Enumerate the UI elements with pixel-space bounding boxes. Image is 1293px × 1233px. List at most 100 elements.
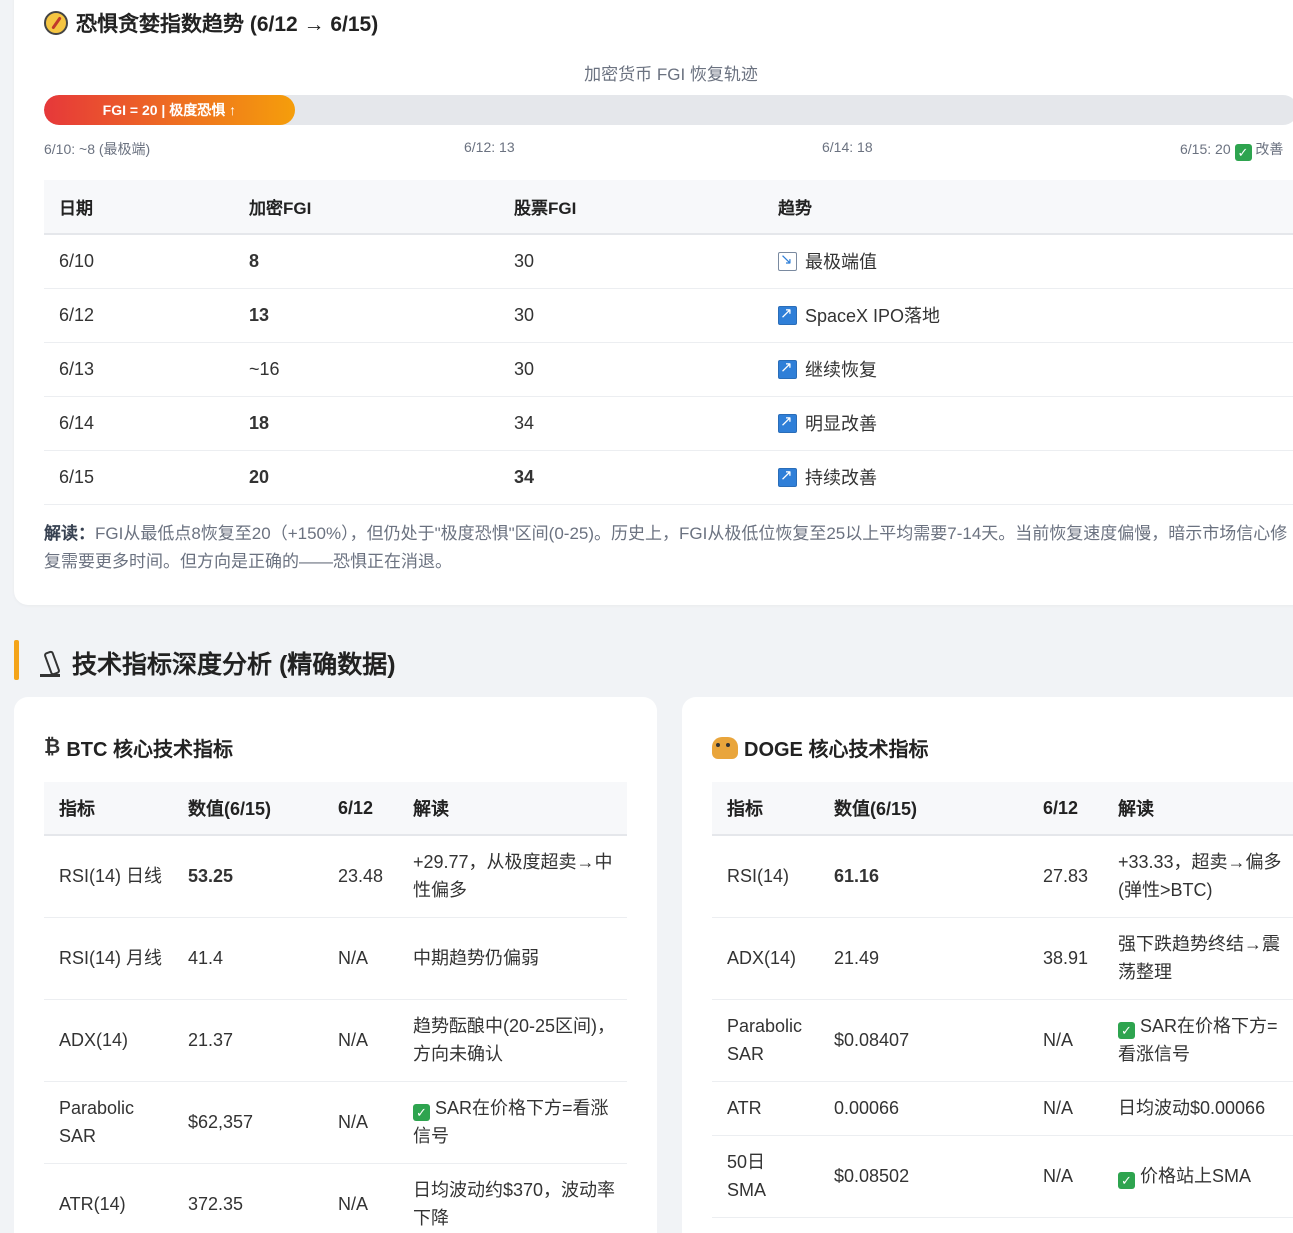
milestone-6-15-text: 6/15: 20 <box>1180 141 1231 157</box>
table-row: ADX(14) 21.37 N/A 趋势酝酿中(20-25区间)，方向未确认 <box>44 999 627 1082</box>
chart-down-icon <box>778 250 797 272</box>
row-stock-fgi: 34 <box>499 396 763 451</box>
fgi-progress-fill: FGI = 20 | 极度恐惧 ↑ <box>44 95 295 125</box>
row-trend-text: 明显改善 <box>805 414 877 434</box>
table-row: 6/10 8 30 最极端值 <box>44 234 1293 289</box>
chart-up-icon <box>778 412 797 433</box>
fgi-progress-track: FGI = 20 | 极度恐惧 ↑ <box>44 95 1293 125</box>
table-row: 6/14 18 34 明显改善 <box>44 396 1293 451</box>
table-row: Parabolic SAR $0.08407 N/A ✓ SAR在价格下方=看涨… <box>712 999 1293 1082</box>
row-trend: 最极端值 <box>763 234 1293 289</box>
fgi-section-title: 恐惧贪婪指数趋势 (6/12 → 6/15) <box>44 8 378 38</box>
table-row: 6/12 13 30 SpaceX IPO落地 <box>44 288 1293 343</box>
check-icon: ✓ <box>413 1104 430 1121</box>
table-row: RSI(14) 月线 41.4 N/A 中期趋势仍偏弱 <box>44 917 627 1000</box>
table-row: ATR 0.00066 N/A 日均波动$0.00066 <box>712 1081 1293 1136</box>
track-caption: 加密货币 FGI 恢复轨迹 <box>584 65 758 84</box>
btc-card-title: ₿ BTC 核心技术指标 <box>44 733 233 762</box>
indicator-prev: 38.91 <box>1028 917 1103 1000</box>
compass-icon <box>44 11 68 35</box>
milestone-6-10: 6/10: ~8 (最极端) <box>44 141 151 157</box>
fgi-milestones: 6/10: ~8 (最极端) 6/12: 13 6/14: 18 6/15: 2… <box>44 139 1293 161</box>
indicator-name: RSI(14) 月线 <box>44 917 173 1000</box>
col-indicator: 指标 <box>712 782 819 836</box>
indicator-note: 趋势酝酿中(20-25区间)，方向未确认 <box>398 999 627 1082</box>
indicator-value: $0.08502 <box>819 1135 1028 1218</box>
chart-up-icon <box>778 358 797 379</box>
indicator-prev: 27.83 <box>1028 835 1103 918</box>
fgi-interpretation: 解读：FGI从最低点8恢复至20（+150%），但仍处于"极度恐惧"区间(0-2… <box>44 520 1293 576</box>
indicator-value: 0.00066 <box>819 1081 1028 1136</box>
row-stock-fgi: 30 <box>499 234 763 289</box>
indicator-prev: N/A <box>1028 1135 1103 1218</box>
btc-table-header: 指标 数值(6/15) 6/12 解读 <box>44 782 627 836</box>
row-crypto-fgi: 8 <box>234 234 499 289</box>
row-trend: SpaceX IPO落地 <box>763 288 1293 343</box>
indicator-note: 强下跌趋势终结→震荡整理 <box>1103 917 1293 1000</box>
note-label: 解读： <box>44 524 95 543</box>
col-value: 数值(6/15) <box>819 782 1028 836</box>
row-trend: 继续恢复 <box>763 342 1293 397</box>
indicator-value: 41.4 <box>173 917 323 1000</box>
note-text: FGI从最低点8恢复至20（+150%），但仍处于"极度恐惧"区间(0-25)。… <box>44 524 1288 571</box>
check-icon: ✓ <box>1118 1022 1135 1039</box>
row-date: 6/12 <box>44 288 234 343</box>
row-trend: 持续改善 <box>763 450 1293 505</box>
check-icon: ✓ <box>1234 144 1252 161</box>
tech-section-title: 技术指标深度分析 (精确数据) <box>36 645 396 681</box>
indicator-name: RSI(14) <box>712 835 819 918</box>
indicator-prev: N/A <box>323 999 398 1082</box>
tech-section-title-text: 技术指标深度分析 (精确数据) <box>72 651 396 679</box>
fgi-table: 日期 加密FGI 股票FGI 趋势 6/10 8 30 最极端值 6/12 13… <box>44 180 1293 505</box>
col-prev: 6/12 <box>1028 782 1103 836</box>
row-date: 6/15 <box>44 450 234 505</box>
bitcoin-icon: ₿ <box>44 736 61 758</box>
doge-card-title: DOGE 核心技术指标 <box>712 733 928 762</box>
indicator-name: RSI(14) 日线 <box>44 835 173 918</box>
indicator-note: +33.33，超卖→偏多(弹性>BTC) <box>1103 835 1293 918</box>
col-date: 日期 <box>44 180 234 235</box>
indicator-note-text: 价格站上SMA <box>1140 1166 1252 1186</box>
indicator-name: Parabolic SAR <box>712 999 819 1082</box>
indicator-note: +29.77，从极度超卖→中性偏多 <box>398 835 627 918</box>
col-prev: 6/12 <box>323 782 398 836</box>
row-trend-text: SpaceX IPO落地 <box>805 306 941 326</box>
doge-table-header: 指标 数值(6/15) 6/12 解读 <box>712 782 1293 836</box>
milestone-6-14: 6/14: 18 <box>822 139 873 155</box>
table-row: ADX(14) 21.49 38.91 强下跌趋势终结→震荡整理 <box>712 917 1293 1000</box>
indicator-note: ✓ SAR在价格下方=看涨信号 <box>1103 999 1293 1082</box>
chart-up-icon <box>778 466 797 487</box>
table-row: RSI(14) 61.16 27.83 +33.33，超卖→偏多(弹性>BTC) <box>712 835 1293 918</box>
microscope-icon <box>36 649 62 677</box>
indicator-note: 中期趋势仍偏弱 <box>398 917 627 1000</box>
row-crypto-fgi: 13 <box>234 288 499 343</box>
btc-indicator-table: 指标 数值(6/15) 6/12 解读 RSI(14) 日线 53.25 23.… <box>44 782 627 1233</box>
milestone-improve-text: 改善 <box>1255 141 1284 157</box>
indicator-value: $0.08407 <box>819 999 1028 1082</box>
table-row: 6/15 20 34 持续改善 <box>44 450 1293 505</box>
table-row: RSI(14) 日线 53.25 23.48 +29.77，从极度超卖→中性偏多 <box>44 835 627 918</box>
dog-icon <box>712 736 738 759</box>
indicator-name: Parabolic SAR <box>44 1081 173 1164</box>
indicator-name: ATR(14) <box>44 1163 173 1233</box>
milestone-6-15: 6/15: 20 ✓ 改善 <box>1180 139 1283 161</box>
indicator-name: 50日 SMA <box>712 1135 819 1218</box>
indicator-note-text: SAR在价格下方=看涨信号 <box>413 1098 609 1146</box>
col-interpretation: 解读 <box>398 782 627 836</box>
row-date: 6/14 <box>44 396 234 451</box>
col-indicator: 指标 <box>44 782 173 836</box>
btc-title-text: BTC 核心技术指标 <box>66 739 233 761</box>
check-icon: ✓ <box>1118 1172 1135 1189</box>
indicator-prev: 23.48 <box>323 835 398 918</box>
indicator-value: 61.16 <box>819 835 1028 918</box>
row-stock-fgi: 34 <box>499 450 763 505</box>
col-stock-fgi: 股票FGI <box>499 180 763 235</box>
table-row: ATR(14) 372.35 N/A 日均波动约$370，波动率下降 <box>44 1163 627 1233</box>
row-date: 6/13 <box>44 342 234 397</box>
table-row: 50日 SMA $0.08502 N/A ✓ 价格站上SMA <box>712 1135 1293 1218</box>
col-value: 数值(6/15) <box>173 782 323 836</box>
doge-title-text: DOGE 核心技术指标 <box>744 739 929 761</box>
section-accent-bar <box>14 640 19 680</box>
col-trend: 趋势 <box>763 180 1293 235</box>
fgi-title-text: 恐惧贪婪指数趋势 (6/12 → 6/15) <box>76 13 379 36</box>
